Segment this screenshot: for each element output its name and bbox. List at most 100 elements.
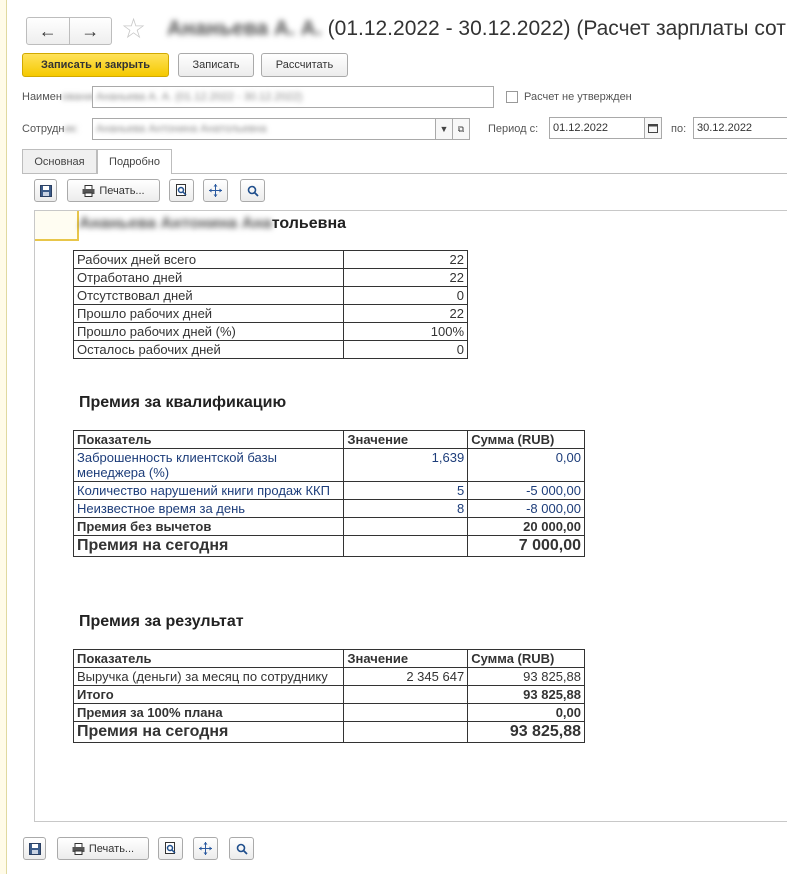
name-label: Наименование:: [22, 91, 102, 103]
tab-details[interactable]: Подробно: [97, 149, 172, 174]
table-row: Премия на сегодня 7 000,00: [72, 535, 585, 557]
employee-name-heading: Ананьева Антонина Анатольевна: [79, 215, 346, 233]
today-result-sum: 93 825,88: [467, 721, 585, 743]
employee-name-blurred: Ананьева Антонина Ана: [79, 215, 272, 232]
indicator-value: 8: [343, 499, 469, 518]
today-bonus-label: Премия на сегодня: [72, 535, 345, 557]
table-row: Количество нарушений книги продаж ККП 5 -5…: [72, 481, 585, 500]
table-row: Прошло рабочих дней (%) 100%: [72, 322, 468, 341]
qualification-table-body: Заброшенность клиентской базы менеджера …: [72, 448, 585, 518]
indicator-sum: 0,00: [467, 448, 585, 482]
preview-icon[interactable]: [169, 179, 194, 202]
empty-cell: [343, 517, 469, 536]
days-metric-value: 100%: [343, 322, 468, 341]
window-title-employee: Ананьева А. А.: [167, 17, 322, 40]
print-button[interactable]: Печать...: [67, 179, 160, 202]
open-link-icon[interactable]: ⧉: [452, 118, 470, 140]
employee-field[interactable]: Ананьева Антонина Анатольевна: [92, 118, 436, 140]
save-and-close-button[interactable]: Записать и закрыть: [22, 53, 169, 77]
table-row: Премия за 100% плана 0,00: [72, 703, 585, 722]
days-metric-value: 0: [343, 340, 468, 359]
result-section-title: Премия за результат: [79, 613, 244, 630]
dropdown-icon[interactable]: ▼: [435, 118, 453, 140]
save-report-bottom-icon[interactable]: [23, 837, 46, 860]
days-metric-label: Прошло рабочих дней: [72, 304, 345, 323]
total-label: Итого: [72, 685, 345, 704]
empty-cell: [343, 535, 469, 557]
period-from-field[interactable]: 01.12.2022: [549, 117, 645, 139]
qualification-section-title: Премия за квалификацию: [79, 394, 287, 411]
window-title: Ананьева А. А. (01.12.2022 - 30.12.2022)…: [167, 17, 787, 41]
days-metric-value: 22: [343, 304, 468, 323]
result-table: Показатель Значение Сумма (RUB) Выручка …: [72, 649, 585, 743]
save-report-icon[interactable]: [34, 179, 57, 202]
empty-cell: [343, 721, 469, 743]
plan-bonus-label: Премия за 100% плана: [72, 703, 345, 722]
favorite-star-icon[interactable]: ☆: [121, 12, 146, 45]
days-table-body: Рабочих дней всего 22 Отработано дней 22 Отс…: [72, 250, 468, 359]
not-approved-label: Расчет не утвержден: [524, 91, 632, 103]
today-bonus-sum: 7 000,00: [467, 535, 585, 557]
table-row: Прошло рабочих дней 22: [72, 304, 468, 323]
period-to-label: по:: [671, 123, 687, 135]
calendar-icon[interactable]: [644, 117, 662, 139]
indicator-sum: -5 000,00: [467, 481, 585, 500]
printer-icon: [82, 184, 95, 197]
print-bottom-label: Печать...: [88, 842, 135, 855]
table-row: Выручка (деньги) за месяц по сотруднику 2…: [72, 667, 585, 686]
today-result-label: Премия на сегодня: [72, 721, 345, 743]
table-row: Итого 93 825,88: [72, 685, 585, 704]
column-header: Сумма (RUB): [467, 649, 585, 668]
indicator-value: 1,639: [343, 448, 469, 482]
tab-main[interactable]: Основная: [22, 149, 97, 173]
days-metric-label: Отработано дней: [72, 268, 345, 287]
name-field[interactable]: Ананьева А. А. (01.12.2022 - 30.12.2022): [92, 86, 494, 108]
column-header: Значение: [343, 430, 469, 449]
table-row: Осталось рабочих дней 0: [72, 340, 468, 359]
result-table-body: Выручка (деньги) за месяц по сотруднику 2…: [72, 667, 585, 686]
no-deductions-sum: 20 000,00: [467, 517, 585, 536]
indicator-sum: -8 000,00: [467, 499, 585, 518]
document-window: ← → ☆ Ананьева А. А. (01.12.2022 - 30.12…: [6, 0, 787, 874]
table-row: Неизвестное время за день 8 -8 000,00: [72, 499, 585, 518]
preview-bottom-icon[interactable]: [158, 837, 183, 860]
search-icon[interactable]: [240, 179, 265, 202]
not-approved-checkbox[interactable]: [506, 91, 518, 103]
period-from-label: Период с:: [488, 123, 539, 135]
forward-arrow-icon[interactable]: →: [68, 18, 112, 44]
table-row: Отсутствовал дней 0: [72, 286, 468, 305]
column-header: Значение: [343, 649, 469, 668]
window-title-text: (01.12.2022 - 30.12.2022) (Расчет зарпла…: [327, 17, 787, 40]
table-row: Рабочих дней всего 22: [72, 250, 468, 269]
period-to-field[interactable]: 30.12.2022: [693, 117, 787, 139]
indicator-label: Заброшенность клиентской базы менеджера …: [72, 448, 345, 482]
report-corner-cell: [35, 211, 79, 241]
days-metric-label: Рабочих дней всего: [72, 250, 345, 269]
column-header: Показатель: [72, 430, 345, 449]
move-arrows-bottom-icon[interactable]: [193, 837, 218, 860]
report-area: Ананьева Антонина Анатольевна Рабочих дн…: [34, 210, 787, 822]
save-button[interactable]: Записать: [178, 53, 254, 77]
days-metric-value: 22: [343, 250, 468, 269]
employee-field-value: Ананьева Антонина Анатольевна: [96, 123, 267, 135]
days-metric-label: Осталось рабочих дней: [72, 340, 345, 359]
empty-cell: [343, 685, 469, 704]
move-arrows-icon[interactable]: [203, 179, 228, 202]
days-metric-value: 0: [343, 286, 468, 305]
table-row: Премия без вычетов 20 000,00: [72, 517, 585, 536]
print-label: Печать...: [99, 184, 145, 197]
search-bottom-icon[interactable]: [229, 837, 254, 860]
table-row: Премия на сегодня 93 825,88: [72, 721, 585, 743]
indicator-value: 5: [343, 481, 469, 500]
table-header-row: Показатель Значение Сумма (RUB): [72, 649, 585, 668]
empty-cell: [343, 703, 469, 722]
calculate-button[interactable]: Рассчитать: [261, 53, 348, 77]
back-arrow-icon[interactable]: ←: [27, 18, 69, 44]
indicator-label: Неизвестное время за день: [72, 499, 345, 518]
nav-buttons: ← →: [26, 17, 112, 45]
employee-label: Сотрудник:: [22, 123, 79, 135]
indicator-sum: 93 825,88: [467, 667, 585, 686]
no-deductions-label: Премия без вычетов: [72, 517, 345, 536]
print-bottom-button[interactable]: Печать...: [57, 837, 149, 860]
days-metric-label: Отсутствовал дней: [72, 286, 345, 305]
